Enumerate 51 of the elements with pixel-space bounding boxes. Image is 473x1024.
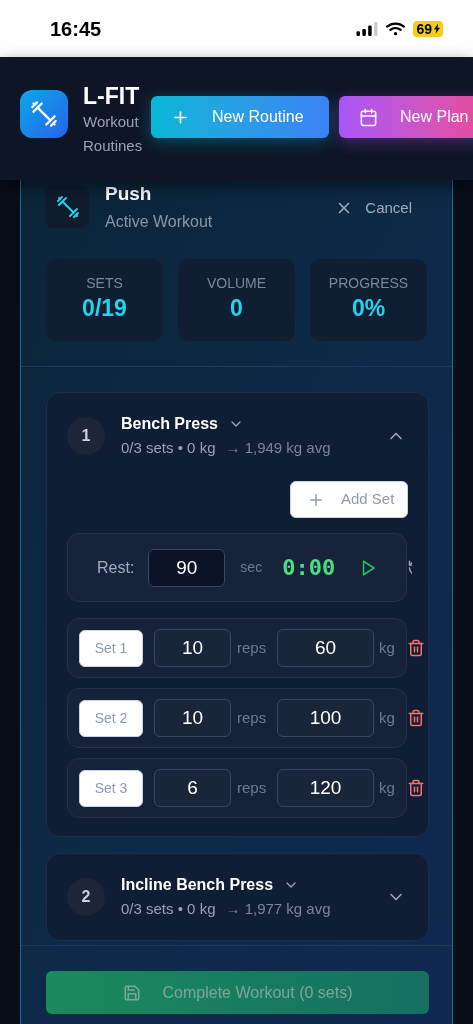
stat-value: 0% [351,294,386,322]
reps-input[interactable]: 10 [154,699,231,737]
trash-icon [406,639,425,657]
weight-input[interactable]: 60 [277,629,374,667]
trash-icon [406,709,425,727]
average-volume: → 1,949 kg avg [225,438,331,458]
new-plan-button[interactable]: New Plan [339,96,473,138]
trash-icon [406,779,425,797]
dumbbell-icon [55,194,80,219]
stat-value: 0 [230,294,243,322]
delete-set-button[interactable] [406,639,425,657]
rest-unit: sec [240,558,263,577]
save-icon [122,983,141,1002]
stat-label: VOLUME [206,274,267,292]
exercise-number: 1 [67,417,105,455]
reps-input[interactable]: 10 [154,629,231,667]
stat-label: PROGRESS [328,274,409,292]
battery-indicator: 69 [413,20,443,37]
weight-unit: kg [379,637,395,658]
stat-label: SETS [86,274,123,292]
rest-timer: 0:00 [282,554,336,582]
average-volume: → 1,977 kg avg [225,899,331,919]
reps-unit: reps [237,777,268,798]
reps-input[interactable]: 6 [154,769,231,807]
status-time: 16:45 [50,16,102,42]
workout-status: Active Workout [105,212,213,232]
delete-set-button[interactable] [406,709,425,727]
app-title: L-FIT [83,82,141,110]
weight-unit: kg [379,707,395,728]
rest-label: Rest: [97,557,135,578]
exercise-summary: 0/3 sets • 0 kg [121,438,216,458]
wifi-icon [385,21,407,36]
calendar-icon [359,107,378,127]
app-subtitle: Workout Routines [83,112,144,156]
weight-input[interactable]: 120 [277,769,374,807]
weight-unit: kg [379,777,395,798]
rest-input[interactable]: 90 [148,548,226,587]
cancel-button[interactable]: Cancel [335,197,412,220]
exercise-summary: 0/3 sets • 0 kg [121,899,216,919]
reps-unit: reps [237,707,268,728]
workout-title: Push [105,182,153,206]
dumbbell-icon [30,100,58,128]
charging-icon [433,23,440,34]
exercise-name: Bench Press [121,414,218,434]
exercise-name: Incline Bench Press [121,875,274,895]
exercise-number: 2 [67,878,105,916]
weight-input[interactable]: 100 [277,699,374,737]
delete-set-button[interactable] [406,779,425,797]
signal-icon [356,21,379,36]
stat-value: 0/19 [82,294,127,322]
reps-unit: reps [237,637,268,658]
